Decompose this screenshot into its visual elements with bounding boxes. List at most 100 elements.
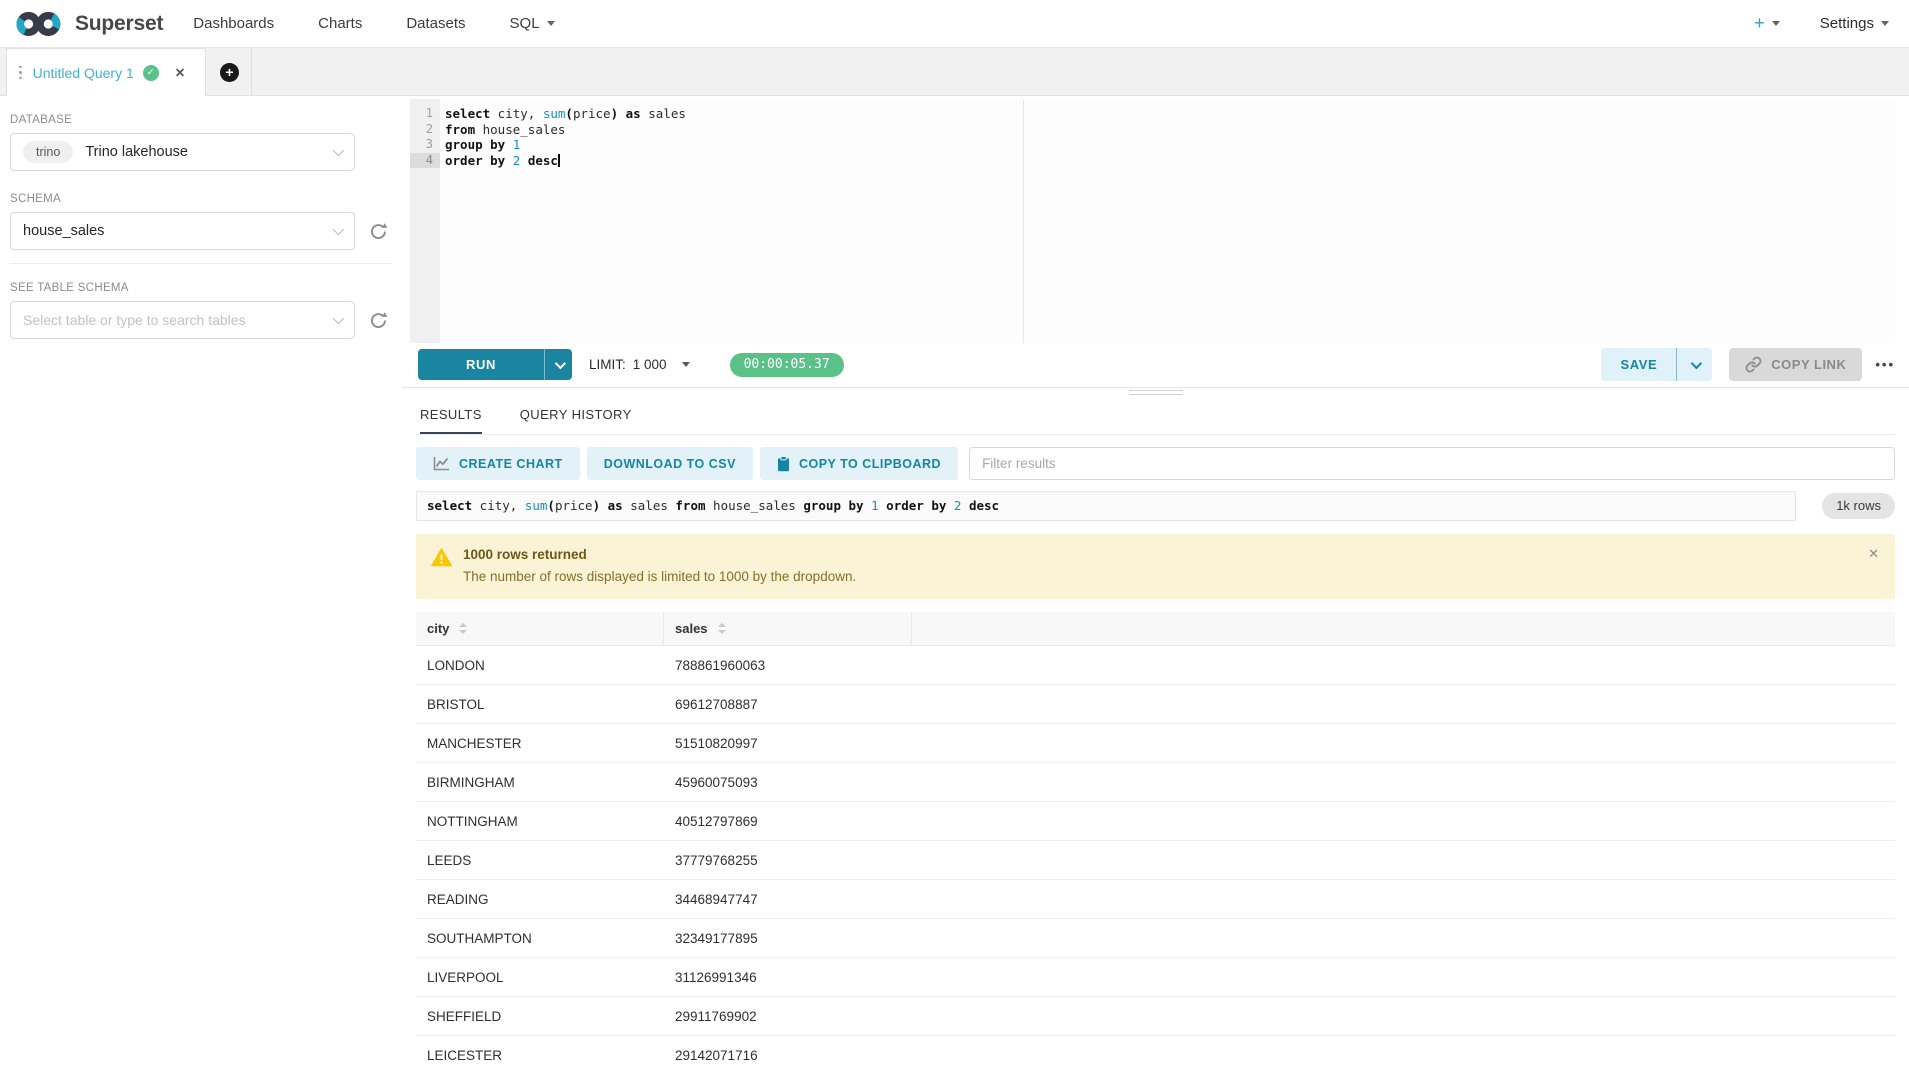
table-cell-sales: 51510820997 xyxy=(664,736,912,751)
column-header-city[interactable]: city xyxy=(416,612,664,645)
brand-name: Superset xyxy=(75,12,163,36)
query-success-icon: ✓ xyxy=(143,65,159,81)
editor-lines: 1select city, sum(price) as sales2from h… xyxy=(410,99,1895,168)
table-cell-city: BRISTOL xyxy=(416,697,664,712)
sql-token: from xyxy=(445,122,475,137)
table-row: LEICESTER29142071716 xyxy=(416,1036,1895,1070)
column-header-sales[interactable]: sales xyxy=(664,612,912,645)
table-row: SOUTHAMPTON32349177895 xyxy=(416,919,1895,958)
settings-menu[interactable]: Settings xyxy=(1820,15,1889,32)
sql-editor-line[interactable]: 3group by 1 xyxy=(410,137,1895,153)
refresh-tables-button[interactable] xyxy=(368,310,389,331)
new-item-button[interactable]: + xyxy=(1754,13,1780,34)
table-row: BRISTOL69612708887 xyxy=(416,685,1895,724)
table-select-placeholder: Select table or type to search tables xyxy=(23,312,246,328)
chevron-down-icon xyxy=(682,362,690,367)
nav-item-sql-label: SQL xyxy=(510,15,540,32)
run-button[interactable]: RUN xyxy=(418,349,544,380)
chevron-down-icon xyxy=(1881,21,1889,26)
sql-token xyxy=(618,106,626,121)
alert-message: The number of rows displayed is limited … xyxy=(463,569,1855,584)
table-cell-sales: 40512797869 xyxy=(664,814,912,829)
tab-untitled-query-1[interactable]: Untitled Query 1 ✓ ✕ xyxy=(6,48,206,96)
close-tab-icon[interactable]: ✕ xyxy=(175,65,185,80)
database-select[interactable]: trino Trino lakehouse xyxy=(10,133,355,171)
table-cell-sales: 69612708887 xyxy=(664,697,912,712)
table-cell-city: MANCHESTER xyxy=(416,736,664,751)
copy-clipboard-button[interactable]: COPY TO CLIPBOARD xyxy=(760,447,958,480)
copy-link-button[interactable]: COPY LINK xyxy=(1729,348,1862,381)
results-table: city sales LONDON788861960063BRISTOL6961… xyxy=(416,612,1895,1070)
limit-dropdown[interactable]: LIMIT: 1 000 xyxy=(589,357,690,372)
sql-token: as xyxy=(608,498,623,513)
line-code[interactable]: select city, sum(price) as sales xyxy=(440,106,686,122)
sql-token: house_sales xyxy=(706,498,804,513)
sql-code-editor[interactable]: 1select city, sum(price) as sales2from h… xyxy=(410,99,1895,343)
sql-token: as xyxy=(626,106,641,121)
resize-grip[interactable] xyxy=(1129,390,1183,398)
line-code[interactable]: order by 2 desc xyxy=(440,153,560,169)
tab-results[interactable]: RESULTS xyxy=(420,399,482,434)
line-number: 3 xyxy=(410,137,440,153)
table-cell-sales: 37779768255 xyxy=(664,853,912,868)
sql-token: price xyxy=(573,106,611,121)
add-tab-button[interactable]: + xyxy=(208,48,252,96)
chevron-down-icon xyxy=(333,313,344,324)
warning-icon xyxy=(431,548,452,567)
nav-item-datasets[interactable]: Datasets xyxy=(406,15,465,32)
nav-right: + Settings xyxy=(1754,13,1889,34)
sql-token: group by xyxy=(803,498,863,513)
create-chart-button[interactable]: CREATE CHART xyxy=(416,447,580,480)
table-cell-city: SHEFFIELD xyxy=(416,1009,664,1024)
sql-token xyxy=(600,498,608,513)
save-button[interactable]: SAVE xyxy=(1601,348,1676,381)
schema-select[interactable]: house_sales xyxy=(10,212,355,250)
line-number: 4 xyxy=(410,153,440,169)
sql-token: order by xyxy=(445,153,505,168)
table-row: LIVERPOOL31126991346 xyxy=(416,958,1895,997)
save-options-button[interactable] xyxy=(1676,348,1712,381)
table-cell-sales: 29911769902 xyxy=(664,1009,912,1024)
download-csv-button[interactable]: DOWNLOAD TO CSV xyxy=(587,447,753,480)
settings-label: Settings xyxy=(1820,15,1874,32)
sql-token: city, xyxy=(472,498,525,513)
nav-item-sql[interactable]: SQL xyxy=(510,15,555,32)
sql-token: price xyxy=(555,498,593,513)
table-row: SHEFFIELD29911769902 xyxy=(416,997,1895,1036)
sql-lab-app: Superset Dashboards Charts Datasets SQL … xyxy=(0,0,1909,1070)
more-actions-button[interactable]: ••• xyxy=(1875,357,1895,372)
nav-item-charts[interactable]: Charts xyxy=(318,15,362,32)
sql-editor-line[interactable]: 1select city, sum(price) as sales xyxy=(410,106,1895,122)
sql-editor-line[interactable]: 2from house_sales xyxy=(410,122,1895,138)
nav-menu: Dashboards Charts Datasets SQL xyxy=(193,15,554,32)
table-select[interactable]: Select table or type to search tables xyxy=(10,301,355,339)
column-header-spacer xyxy=(912,612,1895,645)
line-code[interactable]: from house_sales xyxy=(440,122,565,138)
close-alert-icon[interactable]: ✕ xyxy=(1868,546,1879,562)
column-header-sales-label: sales xyxy=(675,621,708,636)
tab-query-history[interactable]: QUERY HISTORY xyxy=(520,399,632,434)
results-table-header: city sales xyxy=(416,612,1895,646)
sql-editor-line[interactable]: 4order by 2 desc xyxy=(410,153,1895,169)
run-options-button[interactable] xyxy=(544,349,572,380)
table-cell-city: BIRMINGHAM xyxy=(416,775,664,790)
database-engine-badge: trino xyxy=(23,141,73,163)
line-chart-icon xyxy=(433,456,450,471)
chevron-down-icon xyxy=(1772,21,1780,26)
filter-results-input[interactable] xyxy=(969,447,1895,480)
nav-item-dashboards[interactable]: Dashboards xyxy=(193,15,274,32)
table-row: NOTTINGHAM40512797869 xyxy=(416,802,1895,841)
sql-token: sales xyxy=(641,106,686,121)
sql-token: sum xyxy=(543,106,566,121)
schema-select-value: house_sales xyxy=(23,223,104,239)
query-timer-badge: 00:00:05.37 xyxy=(730,353,844,377)
table-cell-city: LONDON xyxy=(416,658,664,673)
editor-toolbar: RUN LIMIT: 1 000 00:00:05.37 SAVE xyxy=(402,343,1909,386)
line-code[interactable]: group by 1 xyxy=(440,137,520,153)
drag-handle-icon[interactable] xyxy=(19,66,22,80)
results-table-body: LONDON788861960063BRISTOL69612708887MANC… xyxy=(416,646,1895,1070)
table-row: LEEDS37779768255 xyxy=(416,841,1895,880)
refresh-schemas-button[interactable] xyxy=(368,221,389,242)
sql-token: ( xyxy=(565,106,573,121)
superset-logo[interactable]: Superset xyxy=(14,9,163,39)
